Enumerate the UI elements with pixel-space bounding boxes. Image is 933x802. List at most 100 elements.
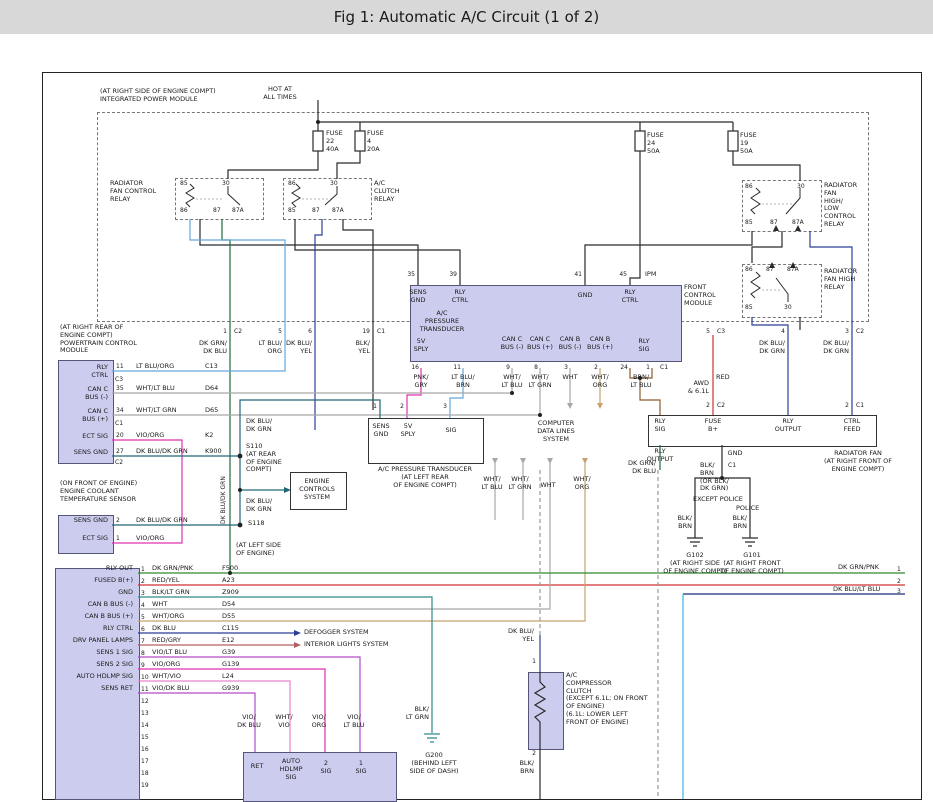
exit-num: 3 xyxy=(897,588,901,595)
module-wire: VIO/ORG xyxy=(152,661,180,669)
drop-wire: RED xyxy=(716,374,730,382)
fcm-bottom-label: CAN B BUS (-) xyxy=(559,336,582,352)
drop-pin: 3 xyxy=(845,328,849,335)
module-row-label: SENS 1 SIG xyxy=(96,649,133,657)
fan-hilo-relay-label: RADIATOR FAN HIGH/ LOW CONTROL RELAY xyxy=(824,182,857,229)
module-row-label: FUSED B(+) xyxy=(94,577,133,585)
fcm-bottom-wire: WHT xyxy=(562,374,577,382)
module-pin: 9 xyxy=(141,662,145,669)
pcm-code: D64 xyxy=(205,385,218,393)
pcm-connector: C2 xyxy=(115,459,123,466)
fcm-bottom-pin: 11 xyxy=(453,364,461,371)
module-pin: 17 xyxy=(141,758,149,765)
pcm-pin: 11 xyxy=(116,363,124,370)
module-pin: 8 xyxy=(141,650,145,657)
compressor-pin: 1 xyxy=(532,658,536,665)
pcm-code: K900 xyxy=(205,448,222,456)
module-row-label: DRV PANEL LAMPS xyxy=(73,637,133,645)
compressor-wire-top-label: DK BLU/ YEL xyxy=(508,628,534,644)
module-pin: 10 xyxy=(141,674,149,681)
pcm-pin: 34 xyxy=(116,407,124,414)
except-police-label: EXCEPT POLICE xyxy=(693,496,743,504)
fuse-22-label: FUSE 22 40A xyxy=(326,130,343,153)
bottom-box-label: 1 SIG xyxy=(355,760,366,776)
hot-at-all-times-label: HOT AT ALL TIMES xyxy=(263,86,296,102)
pcm-wire: LT BLU/ORG xyxy=(136,363,174,371)
radfan-top-conn: C2 xyxy=(717,402,725,409)
fcm-bottom-wire: WHT/ LT GRN xyxy=(528,374,551,390)
relay-pin: 86 xyxy=(180,207,188,214)
module-code: G39 xyxy=(222,649,235,657)
fcm-bottom-label: 5V SPLY xyxy=(414,338,429,354)
drop-pin: 6 xyxy=(308,328,312,335)
module-code: G139 xyxy=(222,661,239,669)
fuse-19-label: FUSE 19 50A xyxy=(740,132,757,155)
fcm-bottom-pin: 9 xyxy=(506,364,510,371)
module-pin: 18 xyxy=(141,770,149,777)
pcm-connector: C3 xyxy=(115,376,123,383)
drop-conn: C2 xyxy=(856,328,864,335)
awd-note-label: AWD & 6.1L xyxy=(688,380,709,396)
bottom-wire-label: WHT/ VIO xyxy=(275,714,292,730)
drop-wire: DK GRN/ DK BLU xyxy=(199,340,227,356)
ac-clutch-relay-box xyxy=(283,178,372,220)
drop-conn: C1 xyxy=(377,328,385,335)
pcm-row-label: CAN C BUS (+) xyxy=(82,408,108,424)
fcm-bottom-wire: LT BLU/ BRN xyxy=(451,374,474,390)
fcm-top-pin: 35 xyxy=(407,271,415,278)
vertical-wire-label: DK BLU/DK GRN xyxy=(220,458,227,524)
fcm-name-label: FRONT CONTROL MODULE xyxy=(684,284,716,307)
fuse-24-label: FUSE 24 50A xyxy=(647,132,664,155)
transducer-pin: 3 xyxy=(443,403,447,410)
ect-wire: VIO/ORG xyxy=(136,535,164,543)
module-wire: WHT/ORG xyxy=(152,613,184,621)
interior-lights-system-label: INTERIOR LIGHTS SYSTEM xyxy=(304,641,389,649)
module-wire: RED/YEL xyxy=(152,577,180,585)
ipm-location-label: (AT RIGHT SIDE OF ENGINE COMPT) INTEGRAT… xyxy=(100,88,216,104)
relay-pin: 87A xyxy=(232,207,244,214)
relay-pin: 87 xyxy=(312,207,320,214)
fuse-4-label: FUSE 4 20A xyxy=(367,130,384,153)
relay-pin: 85 xyxy=(745,219,753,226)
s118-location-label: (AT LEFT SIDE OF ENGINE) xyxy=(236,542,281,558)
relay-pin: 85 xyxy=(180,180,188,187)
module-pin: 4 xyxy=(141,602,145,609)
radfan-column: RLY SIG xyxy=(654,418,665,434)
module-wire: WHT xyxy=(152,601,167,609)
module-row-label: AUTO HDLMP SIG xyxy=(76,673,133,681)
fcm-bottom-pin: 2 xyxy=(594,364,598,371)
pcm-code: K2 xyxy=(205,432,213,440)
exit-num: 1 xyxy=(897,566,901,573)
relay-pin: 87 xyxy=(213,207,221,214)
drop-conn: C3 xyxy=(717,328,725,335)
bottom-wire-label: VIO/ LT BLU xyxy=(343,714,364,730)
relay-pin: 85 xyxy=(745,304,753,311)
drop-pin: 4 xyxy=(781,328,785,335)
module-wire: DK GRN/PNK xyxy=(152,565,193,573)
exit-num: 2 xyxy=(897,578,901,585)
relay-pin: 30 xyxy=(222,180,230,187)
fcm-bottom-pin: 1 xyxy=(646,364,650,371)
module-pin: 15 xyxy=(141,734,149,741)
ect-wire: DK BLU/DK GRN xyxy=(136,517,188,525)
ac-clutch-relay-label: A/C CLUTCH RELAY xyxy=(374,180,400,203)
module-pin: 19 xyxy=(141,782,149,789)
fcm-top-label: SENS GND xyxy=(409,289,426,305)
fcm-bottom-pin: 16 xyxy=(411,364,419,371)
ground-wire-label: BLK/ BRN (OR BLK/ DK GRN) xyxy=(700,462,729,493)
compressor-clutch-box xyxy=(528,672,564,750)
fcm-transducer-heading: A/C PRESSURE TRANSDUCER xyxy=(420,310,465,333)
relay-pin: 87A xyxy=(787,266,799,273)
bottom-box-label: RET xyxy=(251,763,264,771)
module-pin: 6 xyxy=(141,626,145,633)
module-code: E12 xyxy=(222,637,234,645)
module-wire: RED/GRY xyxy=(152,637,181,645)
fcm-bottom-pin: 24 xyxy=(620,364,628,371)
fcm-bottom-connector: C1 xyxy=(660,364,668,371)
module-row-label: RLY CTRL xyxy=(103,625,133,633)
fcm-bottom-label: CAN C BUS (-) xyxy=(501,336,524,352)
radfan-top-pin: 2 xyxy=(845,402,849,409)
fcm-top-pin: 41 xyxy=(574,271,582,278)
ipm-tag-label: IPM xyxy=(645,271,656,279)
fcm-bottom-pin: 8 xyxy=(534,364,538,371)
